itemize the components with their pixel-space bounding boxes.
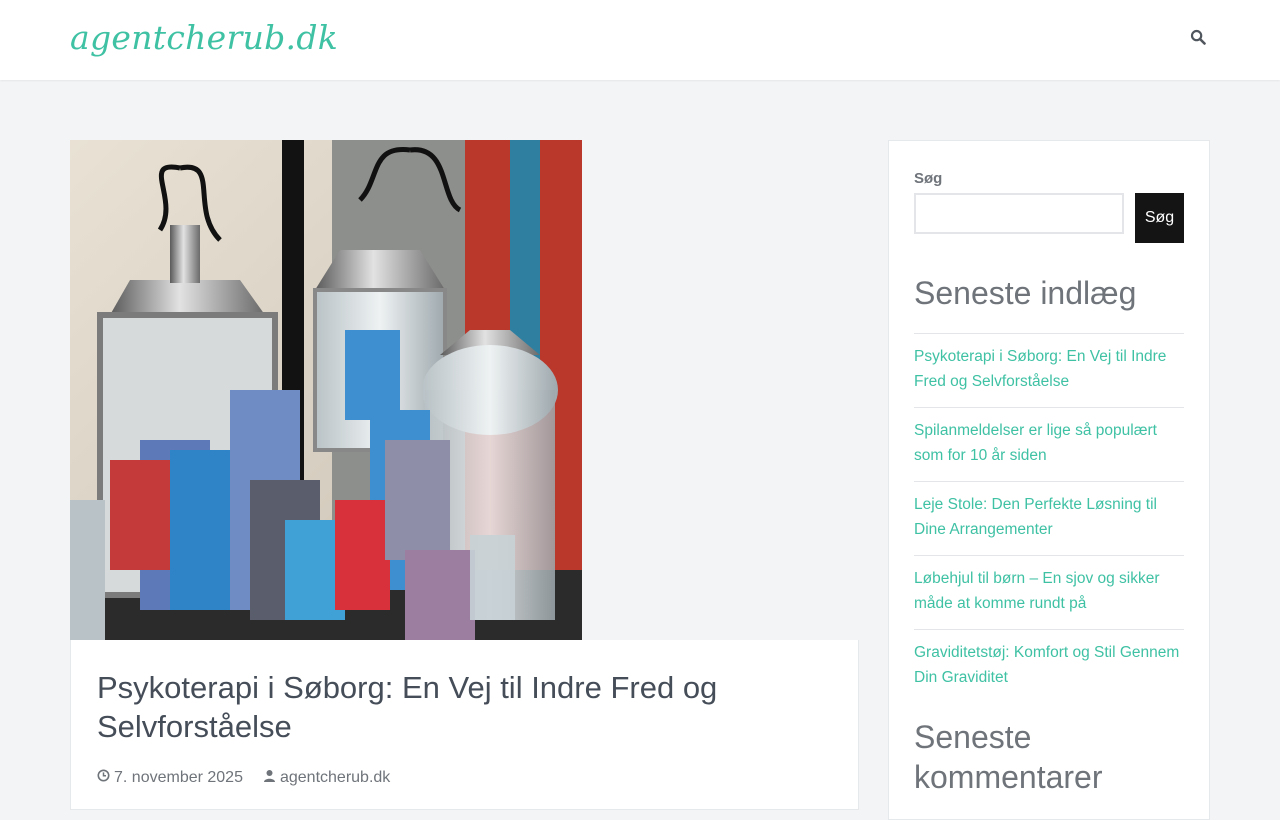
search-button[interactable]: Søg (1135, 193, 1184, 243)
user-icon (263, 769, 280, 787)
list-item: Spilanmeldelser er lige så populært som … (914, 407, 1184, 481)
sidebar: Søg Søg Seneste indlæg Psykoterapi i Søb… (888, 140, 1210, 820)
recent-post-link[interactable]: Psykoterapi i Søborg: En Vej til Indre F… (914, 348, 1166, 390)
site-logo[interactable]: agentcherub.dk (70, 18, 338, 57)
post-date[interactable]: 7. november 2025 (97, 769, 243, 787)
search-label: Søg (914, 170, 943, 187)
post-meta: 7. november 2025 agentcherub.dk (97, 769, 410, 787)
recent-post-link[interactable]: Spilanmeldelser er lige så populært som … (914, 422, 1157, 464)
recent-post-link[interactable]: Graviditetstøj: Komfort og Stil Gennem D… (914, 644, 1179, 686)
recent-post-link[interactable]: Løbehjul til børn – En sjov og sikker må… (914, 570, 1160, 612)
post-title[interactable]: Psykoterapi i Søborg: En Vej til Indre F… (97, 668, 777, 746)
search-input[interactable] (914, 193, 1124, 234)
recent-post-link[interactable]: Leje Stole: Den Perfekte Løsning til Din… (914, 496, 1157, 538)
search-icon[interactable] (1190, 29, 1214, 53)
post-author-label: agentcherub.dk (279, 769, 391, 786)
list-item: Psykoterapi i Søborg: En Vej til Indre F… (914, 333, 1184, 407)
list-item: Graviditetstøj: Komfort og Stil Gennem D… (914, 629, 1184, 703)
recent-comments-title: Seneste kommentarer (914, 719, 1103, 795)
post-card: Psykoterapi i Søborg: En Vej til Indre F… (70, 640, 859, 810)
list-item: Leje Stole: Den Perfekte Løsning til Din… (914, 481, 1184, 555)
site-header: agentcherub.dk (0, 0, 1280, 80)
post-date-label: 7. november 2025 (114, 769, 243, 786)
recent-posts-list: Psykoterapi i Søborg: En Vej til Indre F… (914, 333, 1184, 703)
featured-image[interactable] (70, 140, 582, 640)
list-item: Løbehjul til børn – En sjov og sikker må… (914, 555, 1184, 629)
recent-posts-title: Seneste indlæg (914, 275, 1137, 311)
post-author[interactable]: agentcherub.dk (263, 769, 390, 787)
clock-icon (97, 769, 114, 787)
